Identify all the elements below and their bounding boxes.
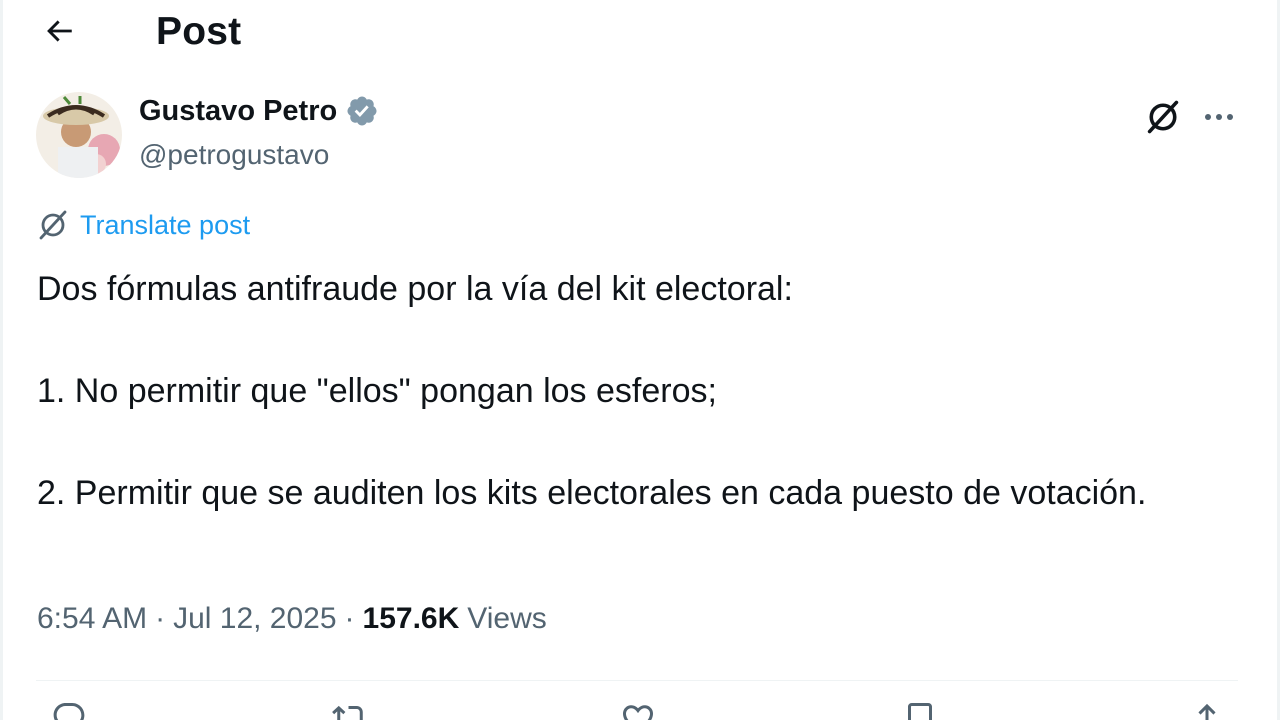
post-author: Gustavo Petro @petrogustavo — [36, 92, 1246, 182]
grok-button[interactable] — [1140, 94, 1186, 140]
bookmark-icon — [908, 703, 932, 720]
repost-icon — [332, 705, 363, 720]
frame-border-left — [0, 0, 3, 720]
author-name[interactable]: Gustavo Petro — [139, 95, 337, 128]
avatar[interactable] — [36, 92, 122, 178]
arrow-left-icon — [47, 20, 72, 42]
meta-separator: · — [344, 602, 355, 635]
repost-button[interactable] — [327, 700, 373, 720]
post-paragraph: 2. Permitir que se auditen los kits elec… — [37, 474, 1147, 512]
post-text: Dos fórmulas antifraude por la vía del k… — [37, 264, 1157, 519]
views-label[interactable]: Views — [467, 602, 546, 636]
more-options-button[interactable] — [1196, 94, 1242, 140]
translate-post-label: Translate post — [80, 209, 251, 240]
post-paragraph: Dos fórmulas antifraude por la vía del k… — [37, 270, 793, 308]
divider — [36, 680, 1238, 681]
author-name-row: Gustavo Petro — [139, 94, 379, 128]
post-date[interactable]: Jul 12, 2025 — [173, 602, 336, 636]
like-button[interactable] — [615, 700, 661, 720]
back-button[interactable] — [36, 8, 82, 54]
post-header: Post — [0, 0, 1280, 64]
views-count[interactable]: 157.6K — [363, 602, 460, 636]
verified-badge-icon[interactable] — [345, 94, 379, 128]
share-button[interactable] — [1184, 700, 1230, 720]
reply-button[interactable] — [46, 700, 92, 720]
translate-post-link[interactable]: Translate post — [36, 208, 250, 242]
action-bar — [0, 700, 1280, 720]
avatar-image — [36, 92, 122, 178]
post-metadata: 6:54 AM · Jul 12, 2025 · 157.6K Views — [37, 602, 547, 636]
meta-separator: · — [155, 602, 166, 635]
more-icon — [1205, 114, 1233, 120]
post-time[interactable]: 6:54 AM — [37, 602, 147, 636]
grok-icon — [1147, 100, 1179, 134]
reply-icon — [53, 703, 85, 720]
post-paragraph: 1. No permitir que "ellos" pongan los es… — [37, 372, 717, 410]
author-handle[interactable]: @petrogustavo — [139, 139, 329, 171]
bookmark-button[interactable] — [897, 700, 943, 720]
page-title: Post — [156, 10, 242, 53]
translate-icon — [36, 208, 70, 242]
like-icon — [623, 705, 653, 720]
share-icon — [1198, 703, 1216, 720]
